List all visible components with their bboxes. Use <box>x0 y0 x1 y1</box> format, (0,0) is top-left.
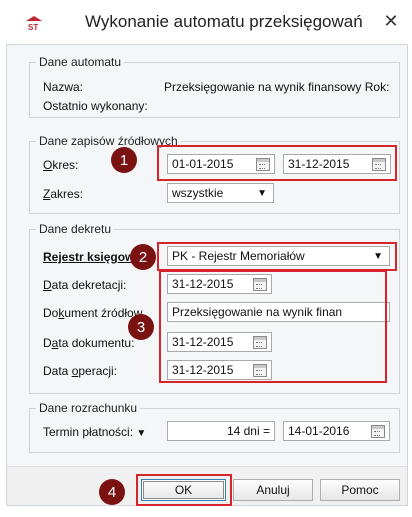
help-button[interactable]: Pomoc <box>320 479 400 501</box>
calendar-icon[interactable] <box>253 363 267 377</box>
data-dokumentu-label: Data dokumentu: <box>43 336 134 350</box>
zakres-select[interactable]: wszystkie ▼ <box>167 183 274 203</box>
step-badge-3: 3 <box>128 314 154 340</box>
data-dekretacji-value: 31-12-2015 <box>172 277 234 291</box>
rejestr-value: PK - Rejestr Memoriałów <box>172 249 305 263</box>
chevron-down-icon: ▼ <box>373 250 383 262</box>
termin-data-value: 14-01-2016 <box>288 424 350 438</box>
step-badge-1: 1 <box>111 147 137 173</box>
calendar-icon[interactable] <box>372 157 386 171</box>
step-badge-4: 4 <box>99 479 125 505</box>
termin-dni-value: 14 dni = <box>226 424 270 438</box>
ok-button[interactable]: OK <box>141 479 226 501</box>
data-dekretacji-accel: D <box>43 278 52 292</box>
nazwa-value: Przeksięgowanie na wynik finansowy Rok: <box>164 80 390 94</box>
data-operacji-value: 31-12-2015 <box>172 363 234 377</box>
calendar-icon[interactable] <box>256 157 270 171</box>
dokument-label-pre: Do <box>43 306 59 320</box>
data-dekretacji-rest: ata dekretacji: <box>51 278 127 292</box>
app-logo-icon: ST <box>26 16 42 31</box>
data-dokumentu-field[interactable]: 31-12-2015 <box>167 332 272 352</box>
svg-text:ST: ST <box>28 23 38 31</box>
data-operacji-field[interactable]: 31-12-2015 <box>167 360 272 380</box>
zakres-label: Zakres: <box>43 187 83 201</box>
data-dekretacji-field[interactable]: 31-12-2015 <box>167 274 272 294</box>
data-operacji-label-pre: Data <box>43 364 72 378</box>
zakres-value: wszystkie <box>172 186 224 200</box>
cancel-button[interactable]: Anuluj <box>233 479 313 501</box>
rejestr-label: Rejestr księgow <box>43 250 135 264</box>
calendar-icon[interactable] <box>371 424 385 438</box>
dokument-zrodlowy-label: Dokument źródłow <box>43 306 142 320</box>
group-legend-dane-zapisow: Dane zapisów źródłowych <box>39 134 178 148</box>
data-dokumentu-label-pre: D <box>43 336 52 350</box>
zakres-label-rest: akres: <box>50 187 84 201</box>
okres-od-value: 01-01-2015 <box>172 157 234 171</box>
termin-data-field[interactable]: 14-01-2016 <box>283 421 390 441</box>
okres-label-accel: O <box>43 158 53 172</box>
close-icon[interactable]: ✕ <box>378 10 404 32</box>
data-dekretacji-label: Data dekretacji: <box>43 278 126 292</box>
window-title: Wykonanie automatu przeksięgowań <box>85 12 363 31</box>
nazwa-label: Nazwa: <box>43 80 84 94</box>
okres-label: Okres: <box>43 158 78 172</box>
group-legend-dane-rozrachunku: Dane rozrachunku <box>39 401 138 415</box>
title-bar: ST Wykonanie automatu przeksięgowań ✕ <box>0 0 412 44</box>
data-dokumentu-label-post: ta dokumentu: <box>58 336 135 350</box>
step-badge-2: 2 <box>130 244 156 270</box>
ostatnio-wykonany-label: Ostatnio wykonany: <box>43 99 148 113</box>
okres-do-field[interactable]: 31-12-2015 <box>283 154 391 174</box>
chevron-down-icon: ▼ <box>136 428 147 439</box>
termin-platnosci-label: Termin płatności: <box>43 425 134 439</box>
data-dokumentu-value: 31-12-2015 <box>172 335 234 349</box>
rejestr-select[interactable]: PK - Rejestr Memoriałów ▼ <box>167 246 390 266</box>
termin-platnosci-button[interactable]: Termin płatności: ▼ <box>43 425 146 439</box>
okres-do-value: 31-12-2015 <box>288 157 350 171</box>
termin-dni-field[interactable]: 14 dni = <box>167 421 275 441</box>
dokument-zrodlowy-input[interactable] <box>167 302 390 322</box>
chevron-down-icon: ▼ <box>257 187 267 199</box>
data-operacji-label: Data operacji: <box>43 364 117 378</box>
okres-od-field[interactable]: 01-01-2015 <box>167 154 275 174</box>
data-operacji-label-post: peracji: <box>78 364 118 378</box>
calendar-icon[interactable] <box>253 277 267 291</box>
group-legend-dane-dekretu: Dane dekretu <box>39 222 112 236</box>
calendar-icon[interactable] <box>253 335 267 349</box>
group-legend-dane-automatu: Dane automatu <box>39 55 122 69</box>
okres-label-rest: kres: <box>52 158 79 172</box>
